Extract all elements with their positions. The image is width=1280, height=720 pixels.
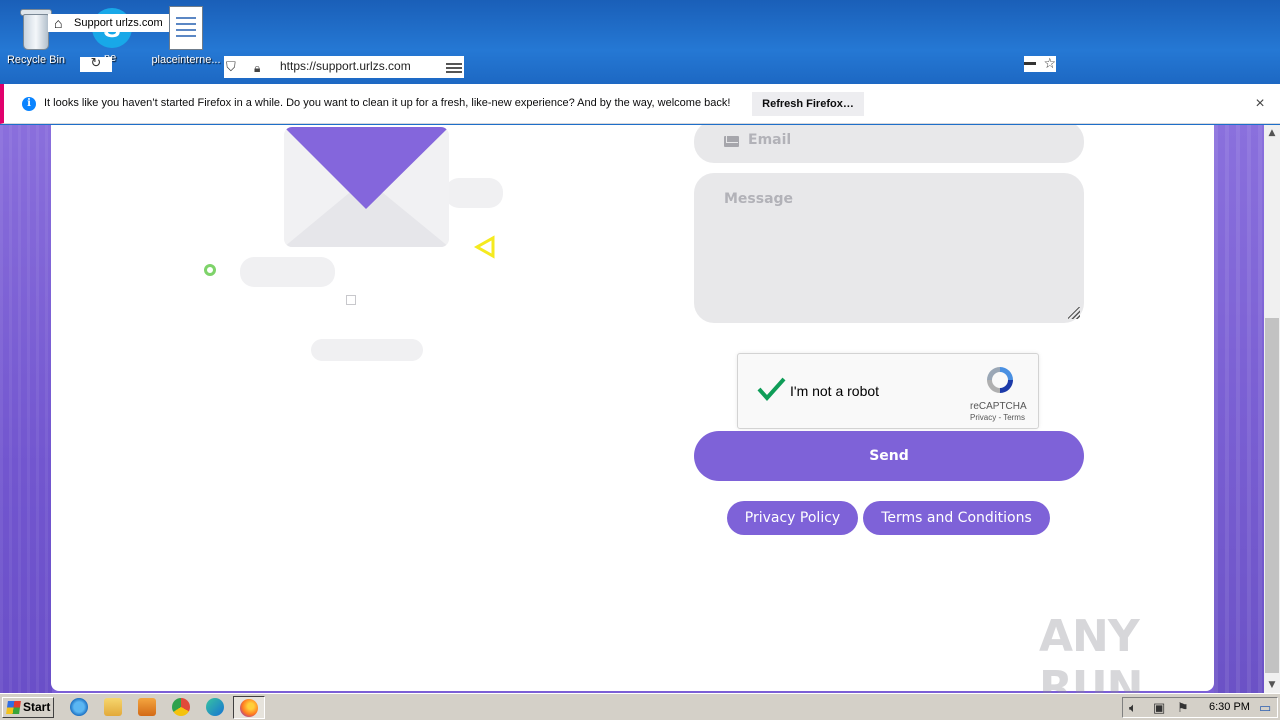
- decor-triangle: [473, 235, 495, 259]
- recaptcha-logo-icon: [987, 367, 1013, 393]
- desktop-icon-label: placeinterne...: [151, 54, 221, 66]
- decor-pill: [311, 339, 423, 361]
- folder-icon[interactable]: [104, 698, 122, 716]
- bookmark-star-button[interactable]: ☆: [1024, 56, 1056, 72]
- email-field[interactable]: Email: [694, 125, 1084, 163]
- action-center-flag-icon[interactable]: ⚑: [1177, 701, 1189, 714]
- start-label: Start: [23, 700, 51, 714]
- document-icon: [169, 6, 203, 50]
- chrome-icon[interactable]: [172, 698, 190, 716]
- captcha-links[interactable]: Privacy - Terms: [970, 413, 1025, 422]
- hamburger-menu-icon[interactable]: [446, 63, 462, 73]
- send-button[interactable]: Send: [694, 431, 1084, 481]
- firefox-taskbar-button[interactable]: [233, 696, 265, 719]
- notification-bar: i It looks like you haven’t started Fire…: [0, 84, 1280, 124]
- notification-message: It looks like you haven’t started Firefo…: [44, 97, 731, 109]
- taskbar: Start 🔈︎ ▣ ⚑ 6:30 PM ▭: [0, 693, 1280, 720]
- close-icon[interactable]: ×: [1250, 94, 1270, 114]
- page-viewport: Email Message I'm not a robot reCAPTCHA …: [0, 125, 1264, 693]
- reload-button[interactable]: ↻: [80, 57, 112, 72]
- reload-icon: ↻: [90, 56, 102, 71]
- clock[interactable]: 6:30 PM: [1209, 701, 1250, 713]
- vertical-scrollbar[interactable]: ▲ ▼: [1264, 125, 1280, 693]
- message-field[interactable]: Message: [694, 173, 1084, 323]
- media-player-icon[interactable]: [138, 698, 156, 716]
- info-icon: i: [22, 97, 36, 111]
- system-tray: 🔈︎ ▣ ⚑ 6:30 PM ▭: [1122, 697, 1278, 718]
- volume-icon[interactable]: 🔈︎: [1129, 701, 1137, 714]
- contact-card: Email Message I'm not a robot reCAPTCHA …: [51, 125, 1214, 693]
- shield-icon[interactable]: ⛉: [226, 57, 236, 77]
- privacy-policy-link[interactable]: Privacy Policy: [727, 501, 858, 535]
- resize-grip-icon[interactable]: [1068, 307, 1080, 319]
- background-left: [0, 125, 52, 693]
- browser-tab[interactable]: ⌂ Support urlzs.com: [48, 14, 169, 32]
- message-placeholder: Message: [724, 191, 794, 207]
- recaptcha-widget: I'm not a robot reCAPTCHA Privacy - Term…: [737, 353, 1039, 429]
- windows-logo-icon: [6, 701, 21, 714]
- star-icon: ☆: [1043, 56, 1056, 72]
- decor-pill: [445, 178, 503, 208]
- terms-link[interactable]: Terms and Conditions: [863, 501, 1050, 535]
- ie-icon[interactable]: [70, 698, 88, 716]
- decor-square: [346, 295, 356, 305]
- envelope-illustration: [284, 127, 449, 247]
- captcha-label: I'm not a robot: [790, 383, 880, 399]
- desktop: Recycle Bin S pe placeinterne...: [0, 0, 1280, 84]
- desktop-icon-label: Recycle Bin: [6, 54, 66, 66]
- checkmark-icon[interactable]: [756, 374, 786, 404]
- scroll-thumb[interactable]: [1265, 318, 1279, 673]
- lock-icon[interactable]: 🔒︎: [254, 58, 260, 78]
- network-icon[interactable]: ▣: [1153, 701, 1165, 714]
- show-desktop-icon[interactable]: ▭: [1259, 701, 1271, 714]
- email-placeholder: Email: [748, 132, 792, 148]
- captcha-brand: reCAPTCHA: [970, 401, 1027, 412]
- envelope-icon: [724, 136, 739, 147]
- background-right: [1214, 125, 1264, 693]
- start-button[interactable]: Start: [2, 697, 54, 718]
- refresh-firefox-button[interactable]: Refresh Firefox…: [752, 92, 864, 116]
- home-icon: ⌂: [54, 15, 63, 31]
- tab-title: Support urlzs.com: [74, 17, 163, 29]
- decor-dot: [204, 264, 216, 276]
- address-bar[interactable]: ⛉ 🔒︎ https://support.urlzs.com: [224, 56, 464, 78]
- firefox-icon: [240, 699, 258, 717]
- decor-pill: [240, 257, 335, 287]
- scroll-up-icon[interactable]: ▲: [1264, 125, 1280, 141]
- url-text: https://support.urlzs.com: [280, 59, 411, 73]
- scroll-down-icon[interactable]: ▼: [1264, 677, 1280, 693]
- edge-icon[interactable]: [206, 698, 224, 716]
- anyrun-watermark: ANY RUN: [1039, 611, 1143, 693]
